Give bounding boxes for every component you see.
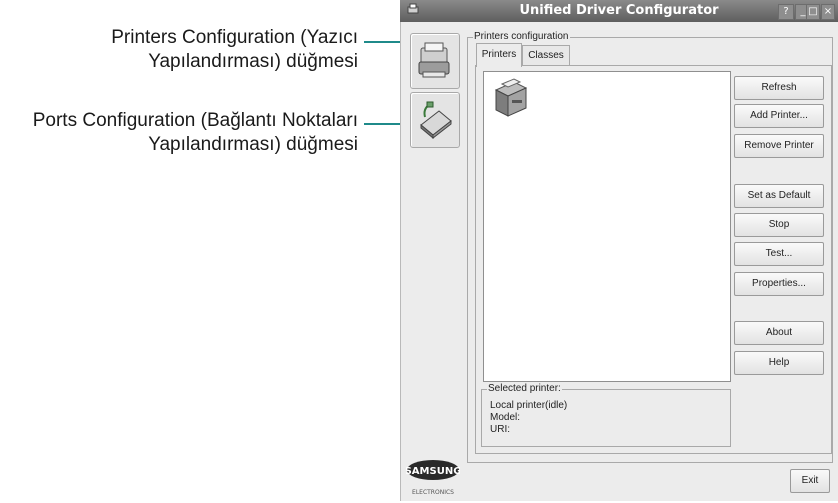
properties-button[interactable]: Properties... — [734, 272, 824, 296]
help-window-button[interactable]: ? — [778, 4, 794, 20]
stop-button[interactable]: Stop — [734, 213, 824, 237]
samsung-logo: SAMSUNG ELECTRONICS — [405, 458, 461, 498]
title-bar: Unified Driver Configurator ? _ □ × — [400, 0, 838, 22]
test-button[interactable]: Test... — [734, 242, 824, 266]
list-item[interactable] — [490, 76, 530, 122]
selected-printer-status: Local printer(idle) — [490, 400, 568, 411]
selected-printer-uri: URI: — [490, 424, 510, 435]
ports-callout-line2: Yapılandırması) düğmesi — [148, 134, 358, 155]
refresh-button[interactable]: Refresh — [734, 76, 824, 100]
remove-printer-button[interactable]: Remove Printer — [734, 134, 824, 158]
printers-configuration-button[interactable] — [410, 33, 460, 89]
window-title: Unified Driver Configurator — [519, 3, 719, 18]
ports-callout: Ports Configuration (Bağlantı Noktaları … — [33, 109, 358, 157]
printer-list[interactable] — [483, 71, 731, 382]
tab-classes[interactable]: Classes — [522, 45, 570, 66]
printers-configuration-legend: Printers configuration — [473, 31, 570, 42]
set-as-default-button[interactable]: Set as Default — [734, 184, 824, 208]
logo-brand-text: SAMSUNG — [406, 466, 460, 477]
close-window-button[interactable]: × — [821, 4, 835, 20]
port-cable-icon — [420, 101, 452, 139]
printers-callout-line2: Yapılandırması) düğmesi — [148, 51, 358, 72]
logo-sub-text: ELECTRONICS — [412, 489, 454, 496]
printers-callout-line1: Printers Configuration (Yazıcı — [111, 27, 358, 48]
about-button[interactable]: About — [734, 321, 824, 345]
ports-configuration-button[interactable] — [410, 92, 460, 148]
maximize-window-button[interactable]: □ — [806, 4, 820, 20]
printer-icon — [418, 42, 450, 78]
tab-printers[interactable]: Printers — [476, 43, 522, 67]
selected-printer-model: Model: — [490, 412, 521, 423]
selected-printer-legend: Selected printer: — [487, 383, 562, 394]
exit-button[interactable]: Exit — [790, 469, 830, 493]
ports-callout-line1: Ports Configuration (Bağlantı Noktaları — [32, 110, 358, 131]
help-button[interactable]: Help — [734, 351, 824, 375]
printers-callout: Printers Configuration (Yazıcı Yapılandı… — [111, 26, 358, 74]
printer-icon — [494, 78, 528, 117]
add-printer-button[interactable]: Add Printer... — [734, 104, 824, 128]
